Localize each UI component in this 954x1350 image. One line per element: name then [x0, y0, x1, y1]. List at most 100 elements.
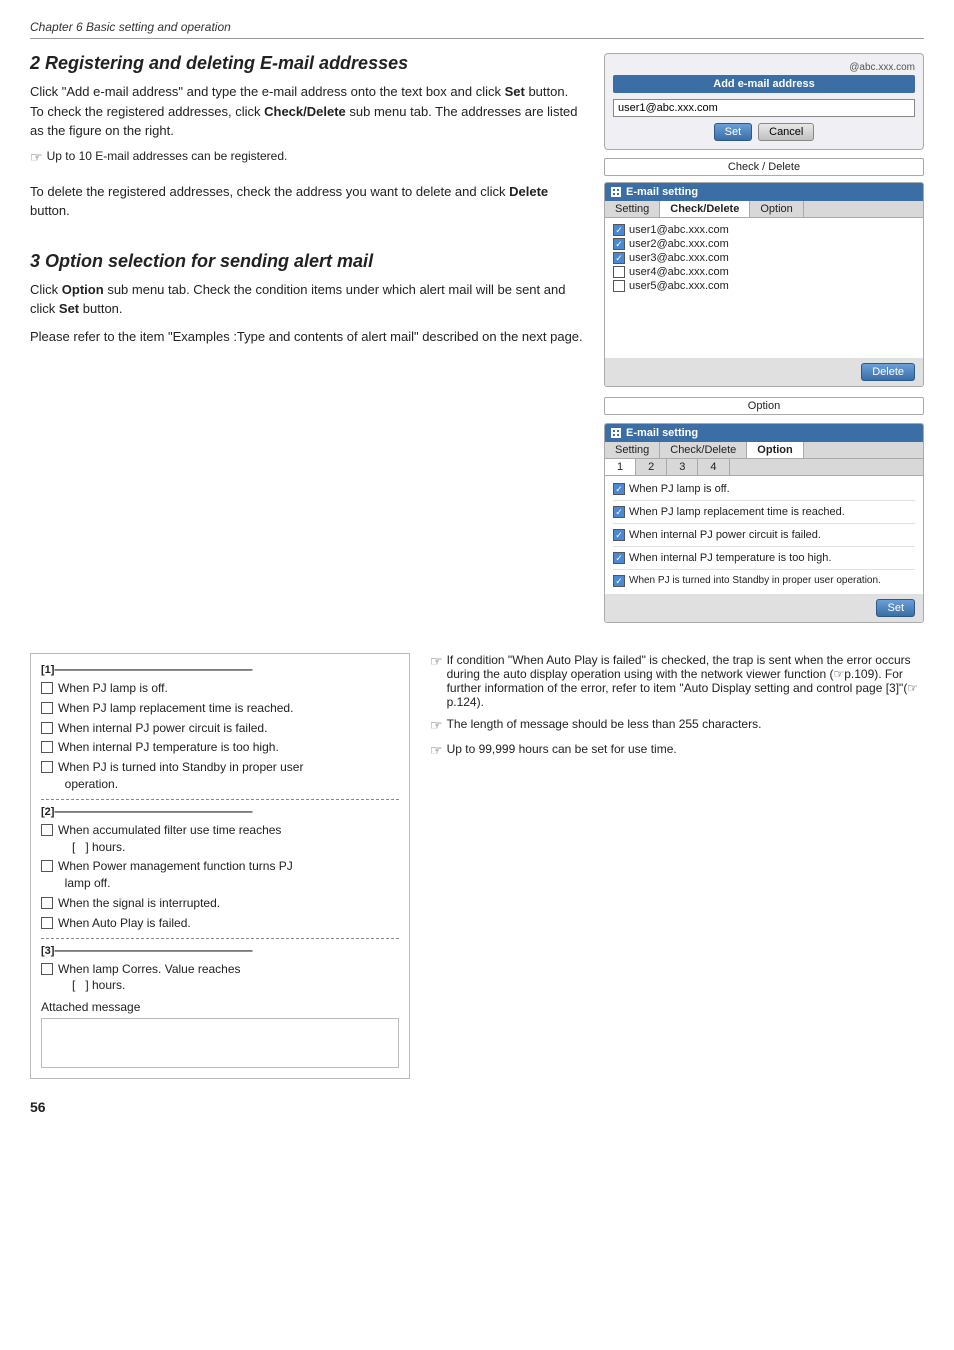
list-item: user4@abc.xxx.com [613, 265, 915, 279]
email-tabs-2: Setting Check/Delete Option [605, 442, 923, 459]
tab-option[interactable]: Option [750, 201, 803, 217]
checklist-box: [1]—————————————————— When PJ lamp is of… [30, 653, 410, 1079]
sq-check[interactable] [41, 860, 53, 872]
list-item: ✓ user1@abc.xxx.com [613, 223, 915, 237]
email-tabs: Setting Check/Delete Option [605, 201, 923, 218]
email-input[interactable] [613, 99, 915, 117]
option-item-5: ✓ When PJ is turned into Standby in prop… [613, 573, 915, 589]
group1-label: [1]—————————————————— [41, 664, 399, 676]
section2-para2: To delete the registered addresses, chec… [30, 182, 584, 221]
check-item: When internal PJ temperature is too high… [41, 739, 399, 756]
check-item: When lamp Corres. Value reaches [ ] hour… [41, 961, 399, 995]
tab-check-delete-2[interactable]: Check/Delete [660, 442, 747, 458]
num-tab-2[interactable]: 2 [636, 459, 667, 475]
tab-setting[interactable]: Setting [605, 201, 660, 217]
add-email-header: Add e-mail address [613, 75, 915, 93]
page-number: 56 [30, 1099, 924, 1115]
group2-label: [2]—————————————————— [41, 806, 399, 818]
sq-check[interactable] [41, 741, 53, 753]
message-textarea[interactable] [41, 1018, 399, 1068]
sq-check[interactable] [41, 682, 53, 694]
add-email-panel: @abc.xxx.com Add e-mail address Set Canc… [604, 53, 924, 150]
sq-check[interactable] [41, 722, 53, 734]
email-setting-panel: E-mail setting Setting Check/Delete Opti… [604, 182, 924, 387]
note-icon-2: ☞ [430, 653, 443, 670]
check-item: When the signal is interrupted. [41, 895, 399, 912]
email-addr-2: user2@abc.xxx.com [629, 238, 729, 250]
num-tabs: 1 2 3 4 [605, 459, 923, 476]
sq-check[interactable] [41, 761, 53, 773]
sq-check[interactable] [41, 824, 53, 836]
email-addr-1: user1@abc.xxx.com [629, 224, 729, 236]
note-autoplay: ☞ If condition "When Auto Play is failed… [430, 653, 924, 709]
option-item-3: ✓ When internal PJ power circuit is fail… [613, 527, 915, 543]
email-setting2-header: E-mail setting [626, 427, 698, 439]
option-label: Option [604, 397, 924, 415]
opt-label-2: When PJ lamp replacement time is reached… [629, 506, 845, 518]
sq-check[interactable] [41, 963, 53, 975]
note-icon: ☞ [30, 149, 43, 166]
sq-check[interactable] [41, 702, 53, 714]
opt-checkbox-4[interactable]: ✓ [613, 552, 625, 564]
cancel-button[interactable]: Cancel [758, 123, 814, 141]
email-list-body: ✓ user1@abc.xxx.com ✓ user2@abc.xxx.com … [605, 218, 923, 358]
checkbox-2[interactable]: ✓ [613, 238, 625, 250]
tab-option-2[interactable]: Option [747, 442, 803, 458]
note-icon-4: ☞ [430, 742, 443, 759]
opt-label-1: When PJ lamp is off. [629, 483, 730, 495]
check-item: When internal PJ power circuit is failed… [41, 720, 399, 737]
sq-check[interactable] [41, 897, 53, 909]
notes-column: ☞ If condition "When Auto Play is failed… [430, 653, 924, 1079]
opt-checkbox-2[interactable]: ✓ [613, 506, 625, 518]
domain-hint: @abc.xxx.com [613, 62, 915, 73]
attached-message-label: Attached message [41, 1000, 399, 1014]
note-hours: ☞ Up to 99,999 hours can be set for use … [430, 742, 924, 759]
checkbox-4[interactable] [613, 266, 625, 278]
option-item-1: ✓ When PJ lamp is off. [613, 481, 915, 497]
group3-label: [3]—————————————————— [41, 945, 399, 957]
checkbox-1[interactable]: ✓ [613, 224, 625, 236]
set-button[interactable]: Set [714, 123, 753, 141]
option-item-2: ✓ When PJ lamp replacement time is reach… [613, 504, 915, 520]
num-tab-1[interactable]: 1 [605, 459, 636, 475]
section2-note1: ☞ Up to 10 E-mail addresses can be regis… [30, 149, 584, 166]
list-item: user5@abc.xxx.com [613, 279, 915, 293]
section2-para1: Click "Add e-mail address" and type the … [30, 82, 584, 141]
check-item: When Power management function turns PJ … [41, 858, 399, 892]
sq-check[interactable] [41, 917, 53, 929]
check-item: When Auto Play is failed. [41, 915, 399, 932]
email-setting-header: E-mail setting [626, 186, 698, 198]
email-addr-3: user3@abc.xxx.com [629, 252, 729, 264]
note-icon-3: ☞ [430, 717, 443, 734]
check-item: When PJ lamp replacement time is reached… [41, 700, 399, 717]
opt-checkbox-3[interactable]: ✓ [613, 529, 625, 541]
chapter-title: Chapter 6 Basic setting and operation [30, 20, 924, 39]
grid-icon [611, 187, 621, 197]
email-addr-5: user5@abc.xxx.com [629, 280, 729, 292]
checkbox-5[interactable] [613, 280, 625, 292]
section3-title: 3 Option selection for sending alert mai… [30, 251, 584, 272]
check-delete-label: Check / Delete [604, 158, 924, 176]
section3-para2: Please refer to the item "Examples :Type… [30, 327, 584, 347]
note-length: ☞ The length of message should be less t… [430, 717, 924, 734]
option-panel: E-mail setting Setting Check/Delete Opti… [604, 423, 924, 623]
tab-setting-2[interactable]: Setting [605, 442, 660, 458]
check-item: When PJ is turned into Standby in proper… [41, 759, 399, 793]
check-item: When PJ lamp is off. [41, 680, 399, 697]
list-item: ✓ user2@abc.xxx.com [613, 237, 915, 251]
checkbox-3[interactable]: ✓ [613, 252, 625, 264]
section2-title: 2 Registering and deleting E-mail addres… [30, 53, 584, 74]
opt-label-4: When internal PJ temperature is too high… [629, 552, 831, 564]
check-item: When accumulated filter use time reaches… [41, 822, 399, 856]
opt-label-3: When internal PJ power circuit is failed… [629, 529, 821, 541]
opt-checkbox-1[interactable]: ✓ [613, 483, 625, 495]
set-button-2[interactable]: Set [876, 599, 915, 617]
delete-button[interactable]: Delete [861, 363, 915, 381]
grid-icon-2 [611, 428, 621, 438]
list-item: ✓ user3@abc.xxx.com [613, 251, 915, 265]
opt-checkbox-5[interactable]: ✓ [613, 575, 625, 587]
num-tab-4[interactable]: 4 [698, 459, 729, 475]
tab-check-delete[interactable]: Check/Delete [660, 201, 750, 217]
num-tab-3[interactable]: 3 [667, 459, 698, 475]
option-body: ✓ When PJ lamp is off. ✓ When PJ lamp re… [605, 476, 923, 594]
